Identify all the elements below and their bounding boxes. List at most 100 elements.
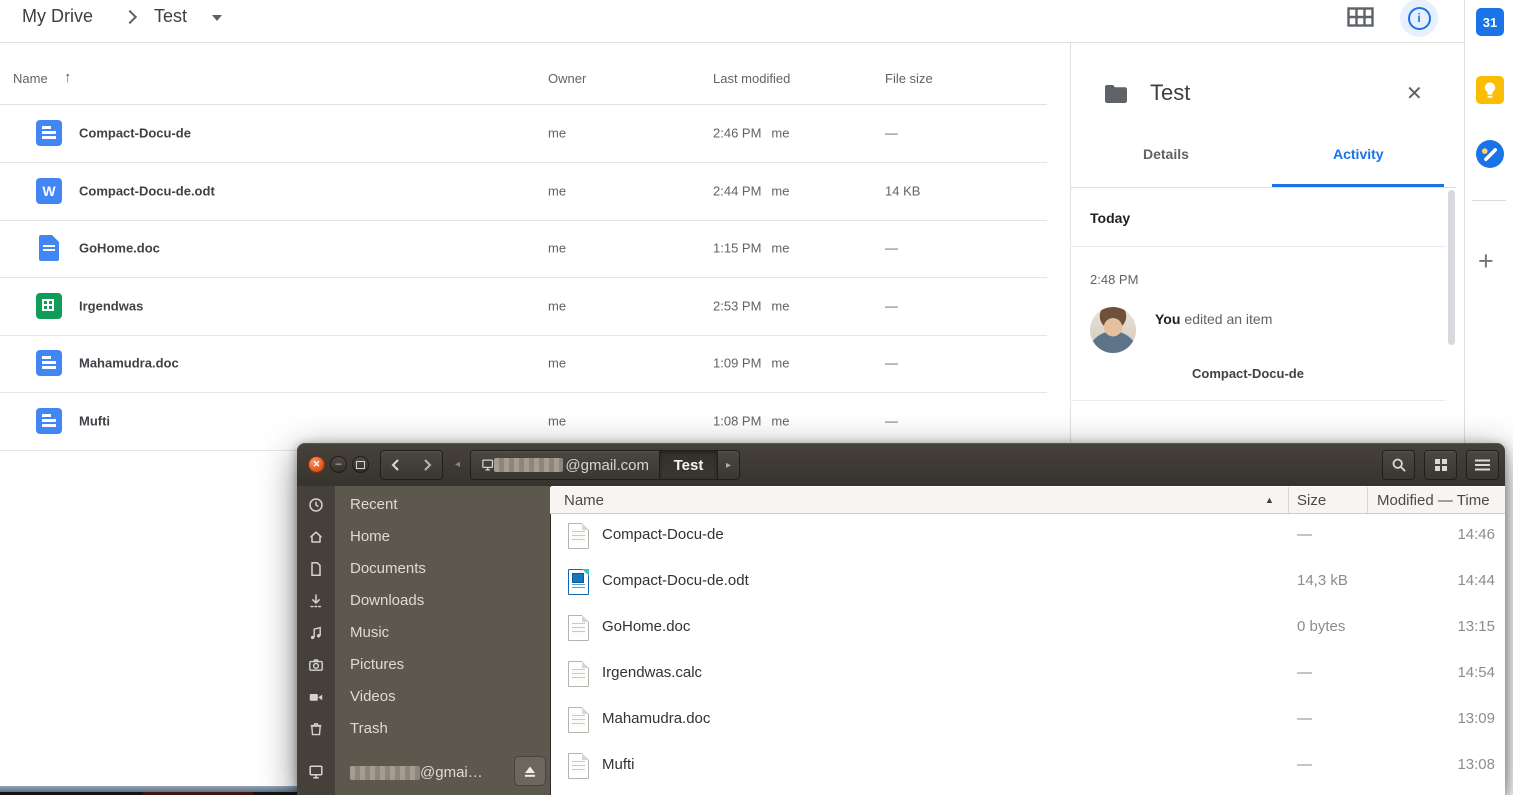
- file-size: —: [1297, 526, 1312, 543]
- breadcrumb-chevron-icon: [123, 10, 137, 24]
- text-file-icon: [568, 523, 589, 549]
- pathbar-scroll-left-icon[interactable]: ◂: [455, 459, 460, 470]
- sidebar-item-home[interactable]: Home: [297, 521, 550, 553]
- grid-view-icon[interactable]: [1347, 7, 1374, 28]
- google-docs-icon: [36, 350, 62, 376]
- back-button[interactable]: [380, 450, 412, 480]
- info-button[interactable]: i: [1400, 0, 1438, 37]
- text-file-icon: [568, 707, 589, 733]
- column-header-last-modified[interactable]: Last modified: [713, 71, 790, 86]
- sidebar-item-label: Home: [350, 528, 390, 545]
- pathbar-current-folder-button[interactable]: Test: [660, 450, 718, 480]
- file-size: —: [885, 413, 898, 428]
- forward-button[interactable]: [411, 450, 443, 480]
- word-file-icon: W: [36, 178, 62, 204]
- header-divider: [0, 42, 1464, 43]
- breadcrumb-my-drive[interactable]: My Drive: [22, 6, 93, 27]
- file-list-header: Name ▲ Size Modified — Time: [550, 487, 1505, 514]
- column-separator[interactable]: [1367, 487, 1368, 513]
- search-button[interactable]: [1382, 450, 1415, 480]
- tab-activity[interactable]: Activity: [1333, 146, 1384, 162]
- keep-icon[interactable]: [1476, 76, 1504, 104]
- sort-ascending-icon[interactable]: ▲: [1265, 495, 1274, 505]
- window-maximize-button[interactable]: [352, 456, 369, 473]
- file-row[interactable]: Mufti — 13:08: [550, 743, 1505, 789]
- file-manager-headerbar[interactable]: ✕ – ◂ @gmail.com Test ▸: [297, 443, 1505, 487]
- column-separator[interactable]: [1288, 487, 1289, 513]
- drive-row[interactable]: Irgendwas me 2:53 PMme —: [0, 277, 1047, 336]
- file-name: GoHome.doc: [79, 241, 160, 256]
- file-size: —: [885, 298, 898, 313]
- drive-row[interactable]: Mahamudra.doc me 1:09 PMme —: [0, 335, 1047, 394]
- panel-scrollbar[interactable]: [1448, 190, 1455, 345]
- column-header-modified-time[interactable]: Modified — Time: [1377, 492, 1490, 509]
- file-name: Compact-Docu-de: [602, 526, 724, 543]
- minimize-icon: –: [335, 459, 341, 470]
- sidebar-item-label: Videos: [350, 688, 396, 705]
- column-header-name[interactable]: Name: [13, 71, 48, 86]
- download-icon: [308, 593, 324, 609]
- sort-ascending-icon[interactable]: ↑: [64, 69, 72, 86]
- file-row[interactable]: Compact-Docu-de — 14:46: [550, 513, 1505, 559]
- activity-item-link[interactable]: Compact-Docu-de: [1192, 366, 1304, 381]
- sidebar-item-label: Pictures: [350, 656, 404, 673]
- info-icon: i: [1408, 7, 1431, 30]
- sidebar-item-gmail-drive[interactable]: @gmai…: [297, 754, 550, 790]
- pathbar-device-button[interactable]: @gmail.com: [470, 450, 660, 480]
- activity-time: 2:48 PM: [1090, 272, 1138, 287]
- file-row[interactable]: Mahamudra.doc — 13:09: [550, 697, 1505, 743]
- recent-icon: [308, 497, 324, 513]
- activity-action: edited an item: [1184, 311, 1272, 327]
- docs-page-icon: [39, 235, 59, 261]
- sidebar-item-recent[interactable]: Recent: [297, 489, 550, 521]
- file-row[interactable]: Compact-Docu-de.odt 14,3 kB 14:44: [550, 559, 1505, 605]
- file-modified: 2:46 PMme: [713, 126, 789, 141]
- column-header-file-size[interactable]: File size: [885, 71, 933, 86]
- drive-row[interactable]: Compact-Docu-de me 2:46 PMme —: [0, 105, 1047, 164]
- column-header-owner[interactable]: Owner: [548, 71, 586, 86]
- file-name: Compact-Docu-de: [79, 126, 191, 141]
- file-row[interactable]: Irgendwas.calc — 14:54: [550, 651, 1505, 697]
- eject-button[interactable]: [514, 756, 546, 786]
- file-owner: me: [548, 126, 566, 141]
- file-size: 0 bytes: [1297, 618, 1345, 635]
- menu-button[interactable]: [1466, 450, 1499, 480]
- writer-file-icon: [568, 569, 589, 595]
- text-file-icon: [568, 615, 589, 641]
- hamburger-icon: [1475, 459, 1490, 471]
- pathbar-scroll-right-button[interactable]: ▸: [718, 450, 740, 480]
- calendar-icon[interactable]: 31: [1476, 8, 1504, 36]
- file-modified: 1:09 PMme: [713, 356, 789, 371]
- folder-icon: [1104, 84, 1128, 104]
- back-icon: [388, 457, 404, 473]
- file-size: —: [1297, 710, 1312, 727]
- activity-day-label: Today: [1090, 210, 1130, 226]
- sidebar-item-pictures[interactable]: Pictures: [297, 649, 550, 681]
- breadcrumb-dropdown-caret-icon[interactable]: [212, 15, 222, 21]
- sidebar-item-downloads[interactable]: Downloads: [297, 585, 550, 617]
- column-header-name[interactable]: Name: [564, 492, 604, 509]
- sidebar-item-documents[interactable]: Documents: [297, 553, 550, 585]
- window-close-button[interactable]: ✕: [308, 456, 325, 473]
- sidebar-item-music[interactable]: Music: [297, 617, 550, 649]
- panel-title: Test: [1150, 80, 1190, 106]
- drive-row[interactable]: GoHome.doc me 1:15 PMme —: [0, 220, 1047, 279]
- text-file-icon: [568, 753, 589, 779]
- icon-view-button[interactable]: [1424, 450, 1457, 480]
- tab-details[interactable]: Details: [1143, 146, 1189, 162]
- sidebar-item-videos[interactable]: Videos: [297, 681, 550, 713]
- file-time: 14:54: [1457, 664, 1495, 681]
- window-minimize-button[interactable]: –: [330, 456, 347, 473]
- drive-row[interactable]: Mufti me 1:08 PMme —: [0, 392, 1047, 451]
- pathbar-device-label: @gmail.com: [565, 457, 649, 474]
- sidebar-item-trash[interactable]: Trash: [297, 713, 550, 745]
- file-row[interactable]: GoHome.doc 0 bytes 13:15: [550, 605, 1505, 651]
- tasks-icon[interactable]: [1476, 140, 1504, 168]
- breadcrumb-current-folder[interactable]: Test: [154, 6, 187, 27]
- add-addon-icon[interactable]: +: [1478, 246, 1494, 277]
- column-header-size[interactable]: Size: [1297, 492, 1326, 509]
- close-icon[interactable]: ✕: [1406, 81, 1423, 106]
- rail-divider: [1472, 200, 1506, 201]
- file-size: —: [885, 356, 898, 371]
- drive-row[interactable]: W Compact-Docu-de.odt me 2:44 PMme 14 KB: [0, 162, 1047, 221]
